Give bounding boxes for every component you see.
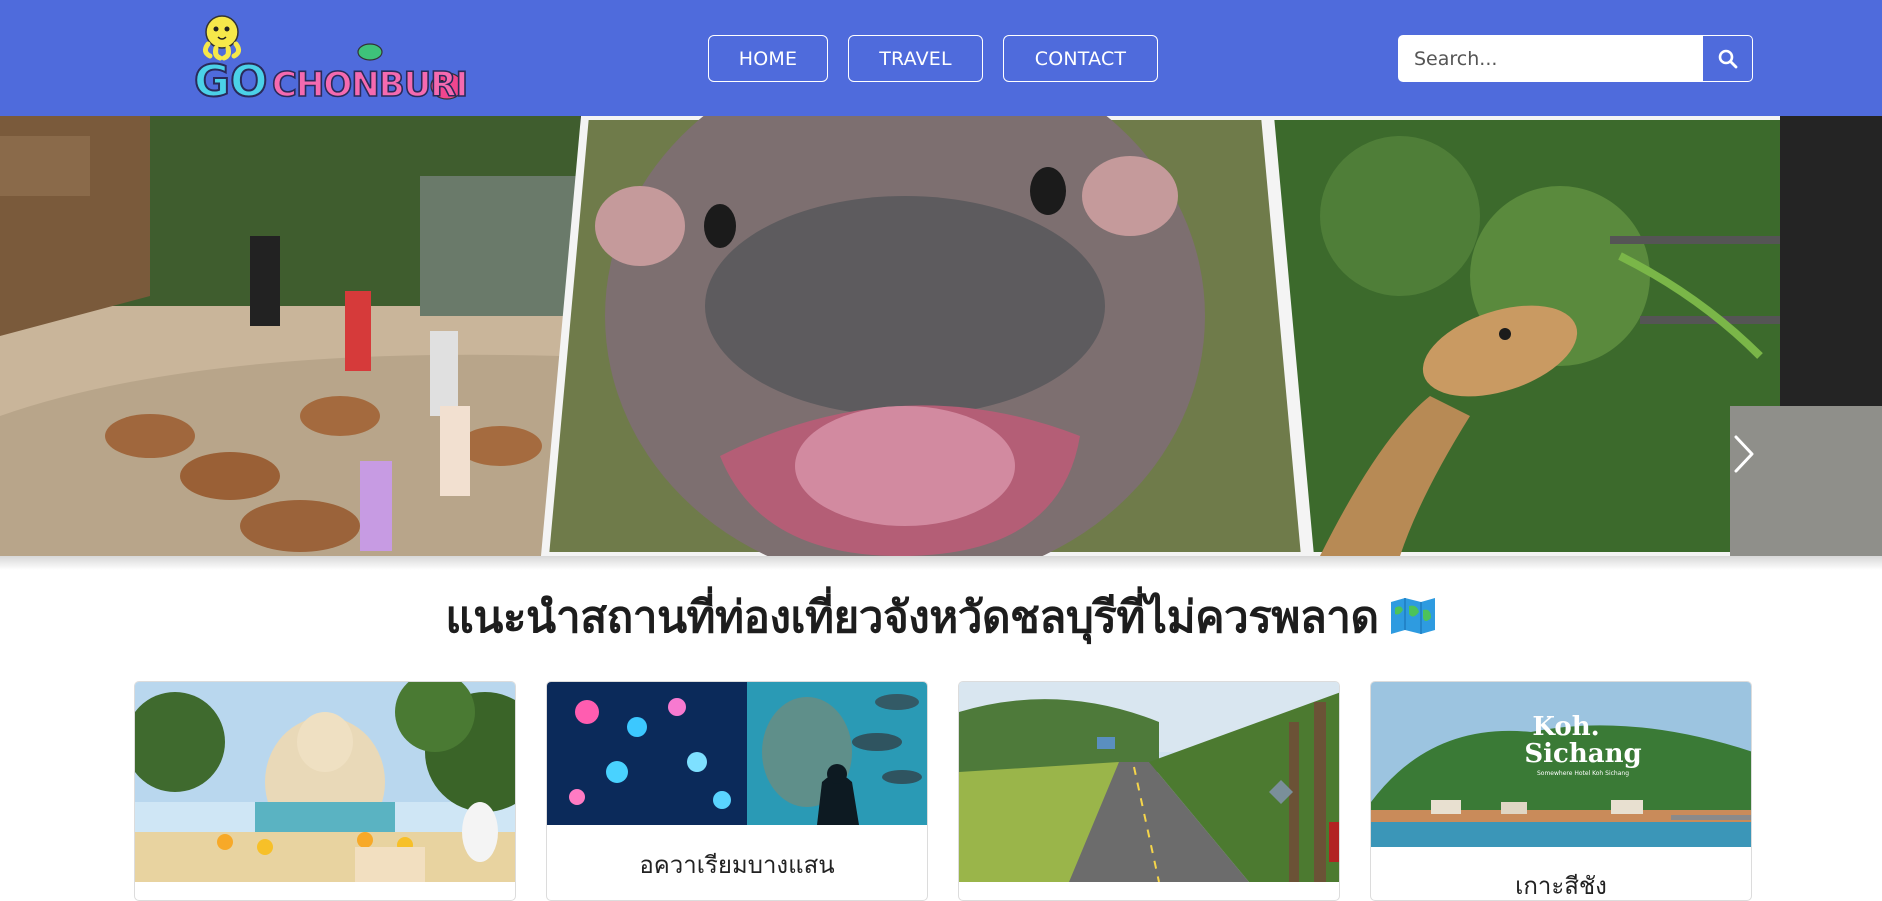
card-title: อควาเรียมบางแสน — [639, 851, 835, 879]
card-image-caption-2: Sichang — [1524, 739, 1641, 769]
logo-city-text: CHONBURI — [272, 65, 467, 105]
card-image-road — [959, 682, 1339, 883]
place-card-road[interactable] — [958, 681, 1340, 901]
go-chonburi-logo[interactable]: GO CHONBURI — [192, 10, 474, 106]
top-navbar: GO CHONBURI HOME TRAVEL CONTACT — [0, 0, 1882, 116]
place-card-ganesha[interactable] — [134, 681, 516, 901]
card-image-aquarium — [547, 682, 927, 825]
nav-contact-button[interactable]: CONTACT — [1003, 35, 1158, 82]
nav-travel-button[interactable]: TRAVEL — [848, 35, 983, 82]
hero-slide-giraffe — [1265, 116, 1882, 556]
hero-carousel[interactable] — [0, 116, 1882, 556]
search-icon — [1718, 49, 1737, 68]
card-image-koh-sichang: Koh. Sichang Somewhere Hotel Koh Sichang — [1371, 682, 1751, 847]
card-image-caption-3: Somewhere Hotel Koh Sichang — [1537, 770, 1629, 777]
search-input[interactable] — [1398, 35, 1702, 82]
card-image-caption-1: Koh. — [1532, 712, 1599, 742]
search-button[interactable] — [1702, 35, 1753, 82]
section-title: แนะนำสถานที่ท่องเที่ยวจังหวัดชลบุรีที่ไม… — [0, 582, 1882, 652]
place-card-aquarium[interactable]: อควาเรียมบางแสน — [546, 681, 928, 901]
hero-shadow — [0, 556, 1882, 570]
nav-home-button[interactable]: HOME — [708, 35, 828, 82]
place-card-koh-sichang[interactable]: Koh. Sichang Somewhere Hotel Koh Sichang… — [1370, 681, 1752, 901]
section-title-text: แนะนำสถานที่ท่องเที่ยวจังหวัดชลบุรีที่ไม… — [445, 592, 1379, 643]
chevron-right-icon[interactable] — [1733, 434, 1755, 474]
hero-slide-hippo — [540, 116, 1310, 556]
hero-slide-capybara — [0, 116, 580, 556]
card-title: เกาะสีชัง — [1515, 872, 1607, 900]
world-map-icon — [1390, 598, 1435, 634]
hero-slides — [0, 116, 1882, 556]
card-image-ganesha — [135, 682, 515, 882]
logo-go-text: GO — [194, 56, 268, 106]
